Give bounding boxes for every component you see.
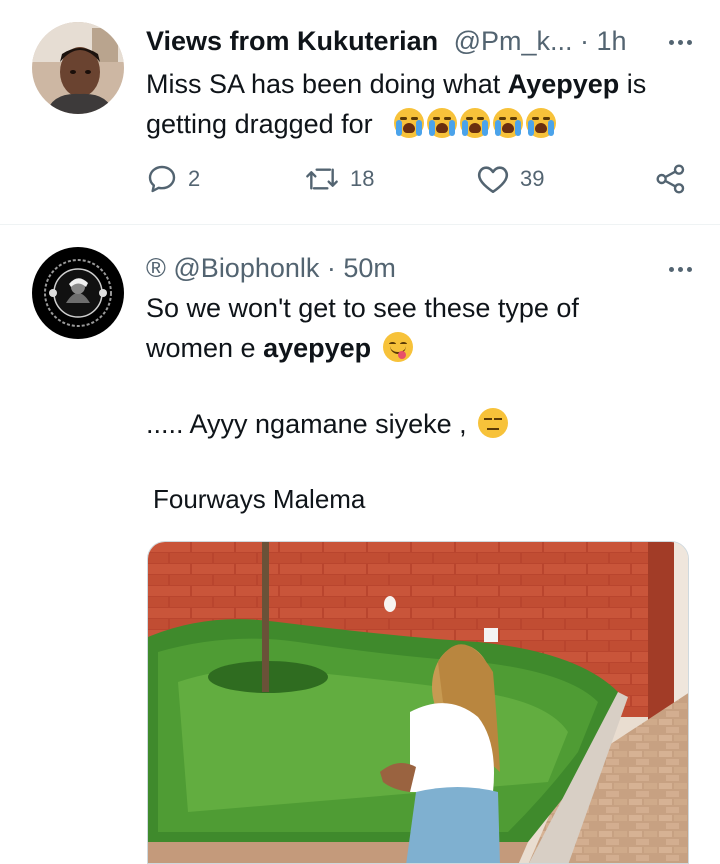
handle-and-time[interactable]: ® @Biophonlk · 50m bbox=[146, 253, 396, 283]
tweet-2-line-1: So we won't get to see these type of bbox=[146, 293, 579, 323]
tweet-1[interactable]: Views from Kukuterian @Pm_k... · 1h Miss… bbox=[0, 0, 720, 224]
tweet-1-actions: 2 18 39 bbox=[146, 163, 694, 203]
loudly-crying-emoji bbox=[492, 108, 523, 138]
tweet-1-line-1: Miss SA has been doing what Ayepyep is bbox=[146, 69, 647, 99]
yum-emoji bbox=[382, 332, 413, 362]
tweet-1-header: Views from Kukuterian @Pm_k... · 1h bbox=[146, 26, 627, 57]
garden-photo bbox=[148, 542, 688, 863]
reply-icon bbox=[148, 165, 176, 193]
avatar-biophonlk[interactable] bbox=[32, 247, 124, 339]
tweet-2-header: ® @Biophonlk · 50m bbox=[146, 253, 396, 284]
more-options-icon[interactable] bbox=[669, 267, 692, 272]
loudly-crying-emoji bbox=[426, 108, 457, 138]
avatar-kukuterian[interactable] bbox=[32, 22, 124, 114]
expressionless-emoji bbox=[478, 408, 509, 438]
reply-button[interactable]: 2 bbox=[146, 163, 200, 195]
avatar-photo bbox=[32, 22, 124, 114]
like-count: 39 bbox=[520, 166, 545, 191]
handle-and-time[interactable]: @Pm_k... · 1h bbox=[454, 26, 627, 56]
tweet-1-line-2: getting dragged for bbox=[146, 104, 646, 144]
tweet-2-line-4: Fourways Malema bbox=[153, 484, 366, 514]
tweet-2-line-2: women e ayepyep bbox=[146, 328, 579, 368]
reply-count: 2 bbox=[188, 166, 201, 191]
retweet-count: 18 bbox=[350, 166, 375, 191]
loudly-crying-emoji bbox=[525, 108, 556, 138]
tweet-1-text: Miss SA has been doing what Ayepyep is g… bbox=[146, 64, 646, 144]
tweet-2-text: So we won't get to see these type of wom… bbox=[146, 288, 579, 368]
hashtag-ayepyep[interactable]: Ayepyep bbox=[508, 69, 620, 99]
hashtag-ayepyep[interactable]: ayepyep bbox=[263, 333, 371, 363]
loudly-crying-emoji bbox=[459, 108, 490, 138]
loudly-crying-emoji bbox=[393, 108, 424, 138]
share-button[interactable] bbox=[654, 163, 688, 195]
retweet-icon bbox=[306, 168, 338, 190]
more-options-icon[interactable] bbox=[669, 40, 692, 45]
retweet-button[interactable]: 18 bbox=[304, 163, 374, 195]
avatar-logo bbox=[32, 247, 124, 339]
share-icon bbox=[656, 164, 685, 194]
display-name[interactable]: Views from Kukuterian bbox=[146, 26, 438, 56]
tweet-image[interactable] bbox=[147, 541, 689, 864]
heart-icon bbox=[477, 166, 509, 194]
tweet-2-line-3: ..... Ayyy ngamane siyeke , bbox=[146, 404, 511, 444]
like-button[interactable]: 39 bbox=[476, 163, 544, 195]
